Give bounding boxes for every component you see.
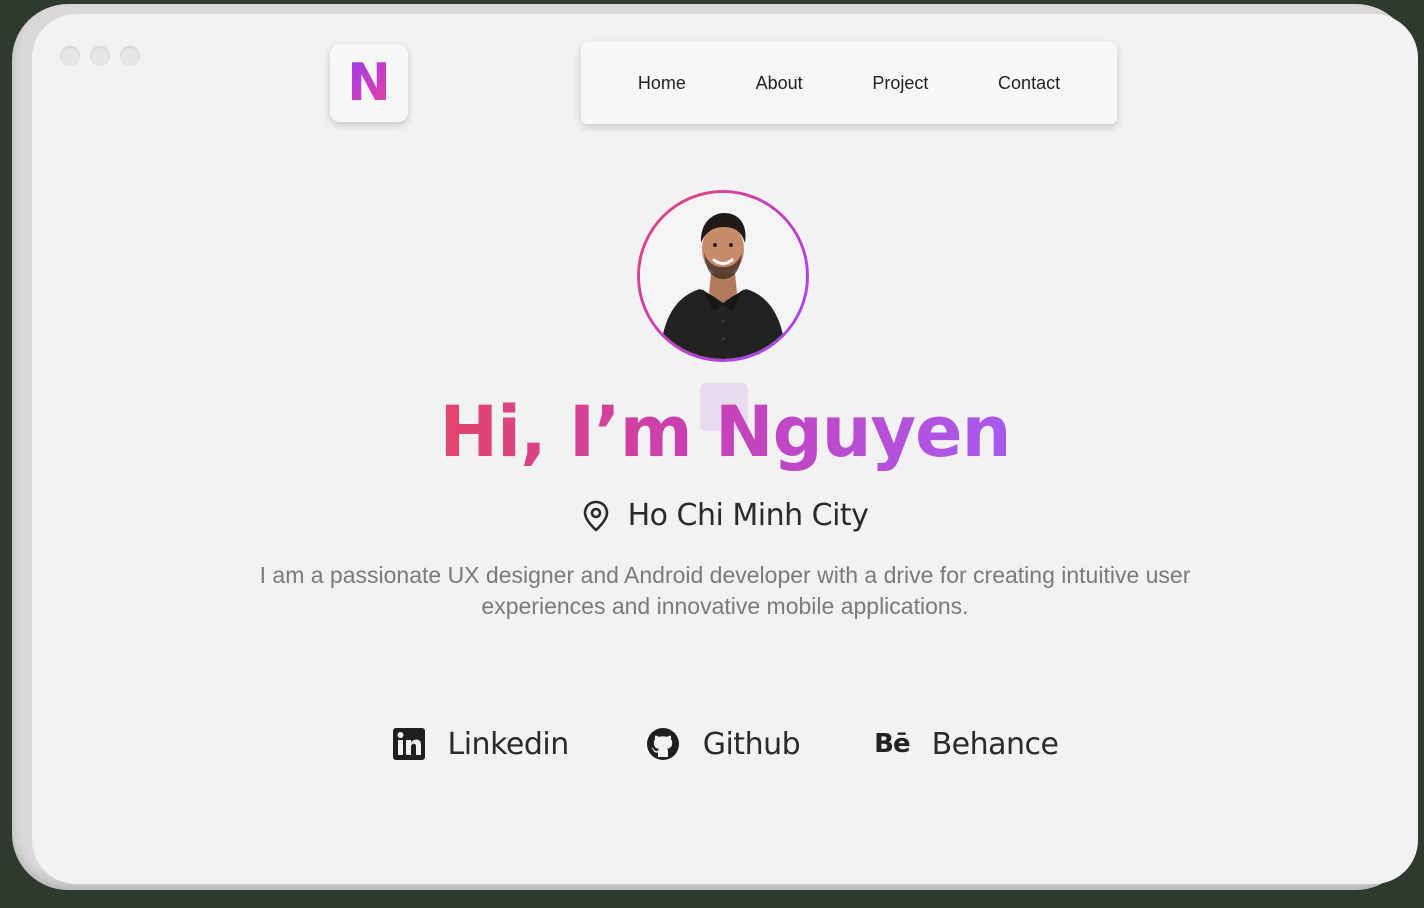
location-text: Ho Chi Minh City [627, 498, 869, 533]
hero-greeting: Hi, I’m Nguyen [32, 390, 1418, 474]
nav-project[interactable]: Project [862, 67, 938, 100]
linkedin-icon [392, 727, 426, 761]
window-controls [60, 46, 140, 66]
github-label: Github [702, 726, 801, 762]
person-portrait-icon [640, 193, 806, 359]
nav-home[interactable]: Home [628, 67, 696, 100]
github-icon [645, 726, 681, 762]
avatar [637, 190, 809, 362]
behance-label: Behance [931, 726, 1059, 762]
behance-link[interactable]: Bē Behance [874, 726, 1059, 762]
map-pin-icon [582, 500, 610, 532]
social-links: Linkedin Github Bē Behance [32, 726, 1418, 762]
browser-window: N Home About Project Contact Hi, I’m Ngu… [32, 14, 1418, 884]
site-logo[interactable]: N [330, 44, 408, 122]
location-row: Ho Chi Minh City [32, 498, 1418, 533]
logo-letter: N [347, 53, 391, 113]
linkedin-label: Linkedin [447, 726, 570, 762]
close-window-button[interactable] [60, 46, 80, 66]
nav-contact[interactable]: Contact [988, 67, 1070, 100]
avatar-photo [640, 193, 806, 359]
device-frame: N Home About Project Contact Hi, I’m Ngu… [12, 4, 1418, 890]
nav-about[interactable]: About [746, 67, 813, 100]
github-link[interactable]: Github [645, 726, 801, 762]
greeting-text: Hi, I’m Nguyen [439, 391, 1012, 473]
behance-icon: Bē [874, 729, 910, 759]
minimize-window-button[interactable] [90, 46, 110, 66]
maximize-window-button[interactable] [120, 46, 140, 66]
bio-text: I am a passionate UX designer and Androi… [259, 562, 1191, 619]
main-navigation: Home About Project Contact [581, 42, 1117, 124]
linkedin-link[interactable]: Linkedin [392, 727, 569, 762]
